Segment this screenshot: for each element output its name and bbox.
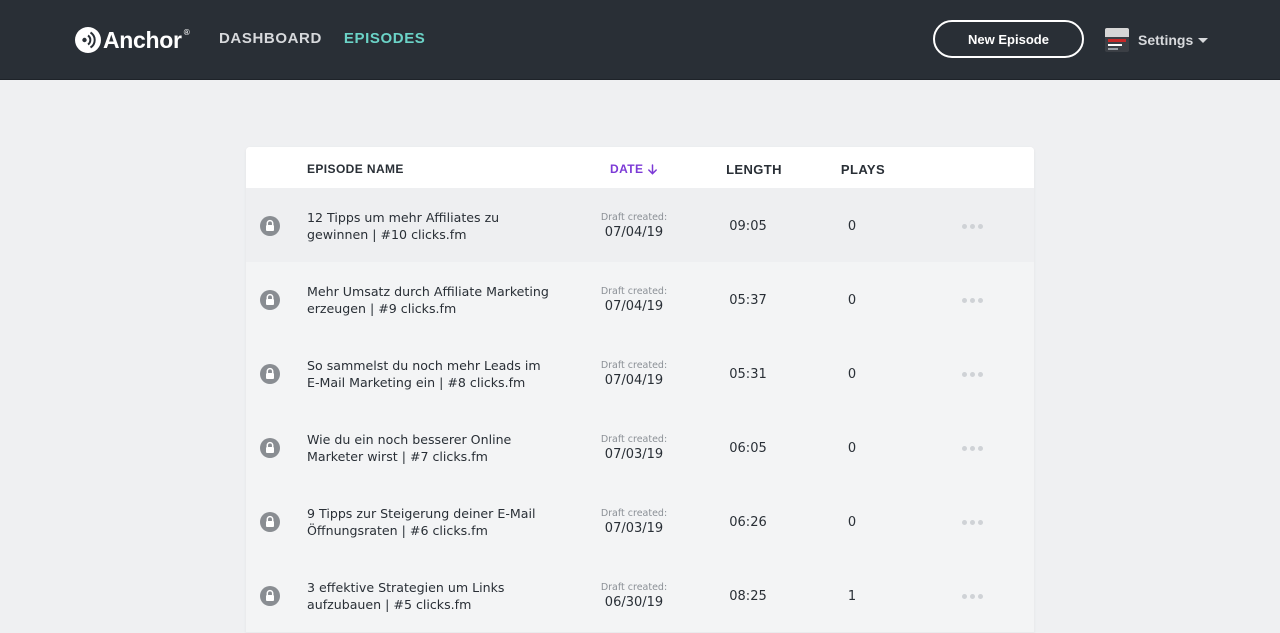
- table-row[interactable]: 12 Tipps um mehr Affiliates zu gewinnen …: [246, 188, 1034, 263]
- draft-created-label: Draft created:: [600, 360, 668, 371]
- episode-length: 06:05: [729, 441, 767, 456]
- table-row[interactable]: So sammelst du noch mehr Leads im E-Mail…: [246, 336, 1034, 411]
- episode-title-line2: E-Mail Marketing ein | #8 clicks.fm: [307, 375, 526, 390]
- episode-title-line1: Mehr Umsatz durch Affiliate Marketing: [307, 284, 549, 299]
- column-header-episode-name: EPISODE NAME: [307, 162, 404, 176]
- caret-down-icon: [1198, 38, 1209, 43]
- logo-text: Anchor: [103, 26, 182, 53]
- episode-title-line2: aufzubauen | #5 clicks.fm: [307, 597, 472, 612]
- settings-menu[interactable]: Settings: [1105, 28, 1209, 52]
- draft-created-label: Draft created:: [600, 286, 668, 297]
- episode-plays: 0: [847, 293, 857, 308]
- episode-date: 07/04/19: [604, 373, 664, 388]
- episode-date: 07/03/19: [604, 521, 664, 536]
- logo-registered-mark: ®: [182, 28, 191, 37]
- more-dots-icon[interactable]: [962, 520, 986, 525]
- arrow-down-icon: [648, 163, 658, 175]
- episode-date: 07/03/19: [604, 447, 664, 462]
- episode-length: 08:25: [729, 589, 767, 604]
- episode-length: 05:37: [729, 293, 767, 308]
- column-header-date[interactable]: DATE: [610, 162, 658, 176]
- episode-date: 06/30/19: [604, 595, 664, 610]
- episode-title-line1: So sammelst du noch mehr Leads im: [307, 358, 541, 373]
- episode-length: 09:05: [729, 219, 767, 234]
- episode-title[interactable]: Wie du ein noch besserer Online Marketer…: [307, 431, 557, 465]
- episode-date: 07/04/19: [604, 299, 664, 314]
- more-dots-icon[interactable]: [962, 372, 986, 377]
- nav-episodes[interactable]: EPISODES: [344, 30, 426, 47]
- table-row[interactable]: Wie du ein noch besserer Online Marketer…: [246, 410, 1034, 485]
- episode-title-line1: 3 effektive Strategien um Links: [307, 580, 505, 595]
- lock-icon: [260, 290, 280, 310]
- draft-created-label: Draft created:: [600, 212, 668, 223]
- table-row[interactable]: Mehr Umsatz durch Affiliate Marketing er…: [246, 262, 1034, 337]
- episode-title-line2: Marketer wirst | #7 clicks.fm: [307, 449, 488, 464]
- more-dots-icon[interactable]: [962, 446, 986, 451]
- episode-title-line1: 9 Tipps zur Steigerung deiner E-Mail: [307, 506, 536, 521]
- episode-plays: 0: [847, 441, 857, 456]
- draft-created-label: Draft created:: [600, 508, 668, 519]
- episode-length: 05:31: [729, 367, 767, 382]
- episode-title[interactable]: 12 Tipps um mehr Affiliates zu gewinnen …: [307, 209, 557, 243]
- more-dots-icon[interactable]: [962, 224, 986, 229]
- more-dots-icon[interactable]: [962, 298, 986, 303]
- anchor-logo-icon: [75, 27, 101, 53]
- table-row[interactable]: 3 effektive Strategien um Links aufzubau…: [246, 558, 1034, 633]
- episode-title-line2: gewinnen | #10 clicks.fm: [307, 227, 467, 242]
- episode-title[interactable]: Mehr Umsatz durch Affiliate Marketing er…: [307, 283, 557, 317]
- nav-dashboard[interactable]: DASHBOARD: [219, 30, 322, 47]
- episode-title[interactable]: So sammelst du noch mehr Leads im E-Mail…: [307, 357, 557, 391]
- episodes-table: EPISODE NAME DATE LENGTH PLAYS 12 Tipps …: [246, 147, 1034, 633]
- episode-plays: 0: [847, 367, 857, 382]
- episode-title[interactable]: 9 Tipps zur Steigerung deiner E-Mail Öff…: [307, 505, 557, 539]
- episode-plays: 0: [847, 515, 857, 530]
- avatar: [1105, 28, 1129, 52]
- column-header-date-label: DATE: [610, 162, 644, 176]
- draft-created-label: Draft created:: [600, 582, 668, 593]
- settings-label: Settings: [1138, 32, 1194, 48]
- draft-created-label: Draft created:: [600, 434, 668, 445]
- main-nav: DASHBOARD EPISODES: [219, 30, 447, 47]
- episode-title-line2: erzeugen | #9 clicks.fm: [307, 301, 457, 316]
- episode-title-line2: Öffnungsraten | #6 clicks.fm: [307, 523, 488, 538]
- more-dots-icon[interactable]: [962, 594, 986, 599]
- lock-icon: [260, 216, 280, 236]
- episode-title[interactable]: 3 effektive Strategien um Links aufzubau…: [307, 579, 557, 613]
- lock-icon: [260, 438, 280, 458]
- episode-date: 07/04/19: [604, 225, 664, 240]
- anchor-logo[interactable]: Anchor ®: [75, 26, 191, 54]
- table-row[interactable]: 9 Tipps zur Steigerung deiner E-Mail Öff…: [246, 484, 1034, 559]
- episode-plays: 0: [847, 219, 857, 234]
- column-header-plays: PLAYS: [840, 162, 886, 177]
- lock-icon: [260, 586, 280, 606]
- episode-title-line1: 12 Tipps um mehr Affiliates zu: [307, 210, 500, 225]
- new-episode-button[interactable]: New Episode: [933, 20, 1084, 58]
- episode-title-line1: Wie du ein noch besserer Online: [307, 432, 512, 447]
- lock-icon: [260, 512, 280, 532]
- episode-plays: 1: [847, 589, 857, 604]
- lock-icon: [260, 364, 280, 384]
- column-header-length: LENGTH: [726, 162, 782, 177]
- episode-length: 06:26: [729, 515, 767, 530]
- table-header: EPISODE NAME DATE LENGTH PLAYS: [246, 147, 1034, 188]
- top-navigation-bar: Anchor ® DASHBOARD EPISODES New Episode …: [0, 0, 1280, 80]
